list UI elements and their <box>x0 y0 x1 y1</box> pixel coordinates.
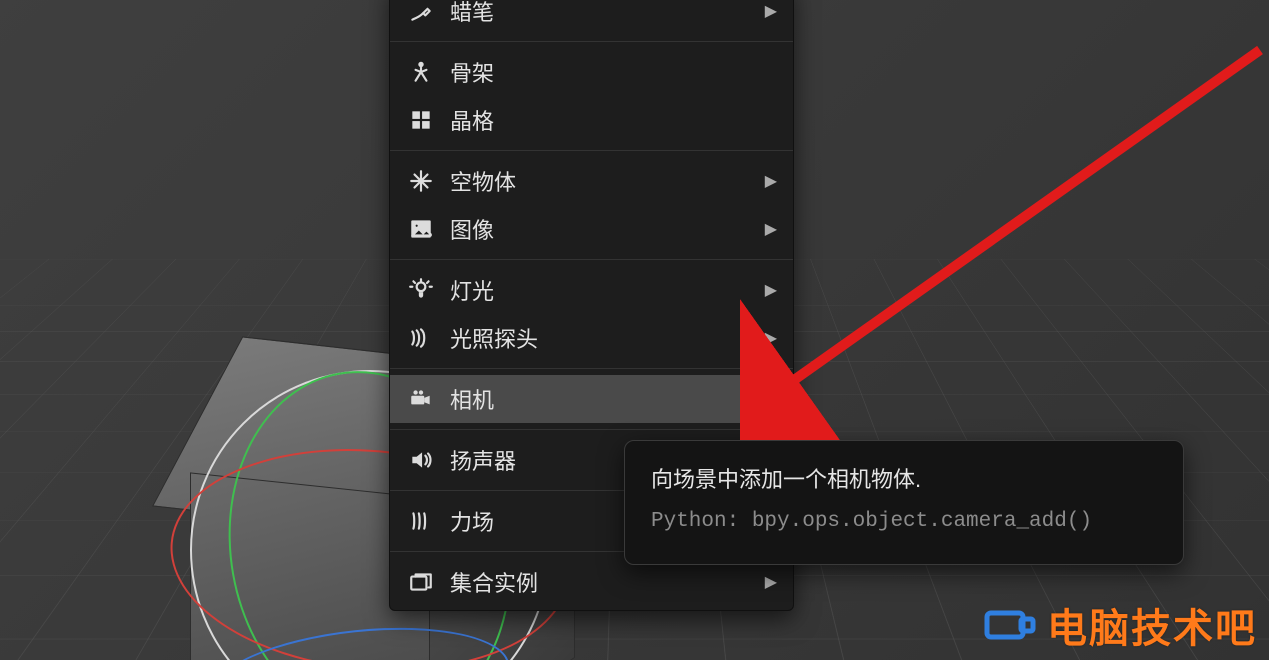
menu-item-camera[interactable]: 相机 <box>390 375 793 423</box>
chevron-right-icon: ▶ <box>765 219 777 239</box>
chevron-right-icon: ▶ <box>765 328 777 348</box>
menu-item-image[interactable]: 图像▶ <box>390 205 793 253</box>
collection-icon <box>404 565 438 599</box>
armature-icon <box>404 55 438 89</box>
chevron-right-icon: ▶ <box>765 280 777 300</box>
menu-item-light[interactable]: 灯光▶ <box>390 266 793 314</box>
light-icon <box>404 273 438 307</box>
menu-item-label: 蜡笔 <box>450 0 765 27</box>
menu-item-label: 晶格 <box>450 104 777 136</box>
menu-item-light-probe[interactable]: 光照探头▶ <box>390 314 793 362</box>
lattice-icon <box>404 103 438 137</box>
menu-item-empty[interactable]: 空物体▶ <box>390 157 793 205</box>
menu-separator <box>390 368 793 369</box>
menu-item-label: 图像 <box>450 213 765 245</box>
menu-item-armature[interactable]: 骨架 <box>390 48 793 96</box>
watermark-icon <box>981 605 1037 645</box>
menu-item-label: 灯光 <box>450 274 765 306</box>
chevron-right-icon: ▶ <box>765 572 777 592</box>
watermark: 电脑技术吧 <box>981 596 1257 654</box>
force-field-icon <box>404 504 438 538</box>
chevron-right-icon: ▶ <box>765 1 777 21</box>
menu-item-lattice[interactable]: 晶格 <box>390 96 793 144</box>
menu-item-label: 光照探头 <box>450 322 765 354</box>
grease-pencil-icon <box>404 0 438 28</box>
empty-icon <box>404 164 438 198</box>
image-icon <box>404 212 438 246</box>
menu-separator <box>390 150 793 151</box>
menu-item-grease-pencil[interactable]: 蜡笔▶ <box>390 0 793 35</box>
watermark-text: 电脑技术吧 <box>1047 596 1257 654</box>
menu-item-label: 集合实例 <box>450 566 765 598</box>
tooltip-python-api: Python: bpy.ops.object.camera_add() <box>651 506 1157 538</box>
menu-item-label: 骨架 <box>450 56 777 88</box>
menu-separator <box>390 429 793 430</box>
chevron-right-icon: ▶ <box>765 171 777 191</box>
camera-icon <box>404 382 438 416</box>
menu-item-label: 空物体 <box>450 165 765 197</box>
menu-item-collection-instance[interactable]: 集合实例▶ <box>390 558 793 606</box>
tooltip: 向场景中添加一个相机物体. Python: bpy.ops.object.cam… <box>624 440 1184 565</box>
tooltip-description: 向场景中添加一个相机物体. <box>651 463 1157 496</box>
menu-separator <box>390 259 793 260</box>
speaker-icon <box>404 443 438 477</box>
menu-separator <box>390 41 793 42</box>
menu-item-label: 相机 <box>450 383 777 415</box>
light-probe-icon <box>404 321 438 355</box>
